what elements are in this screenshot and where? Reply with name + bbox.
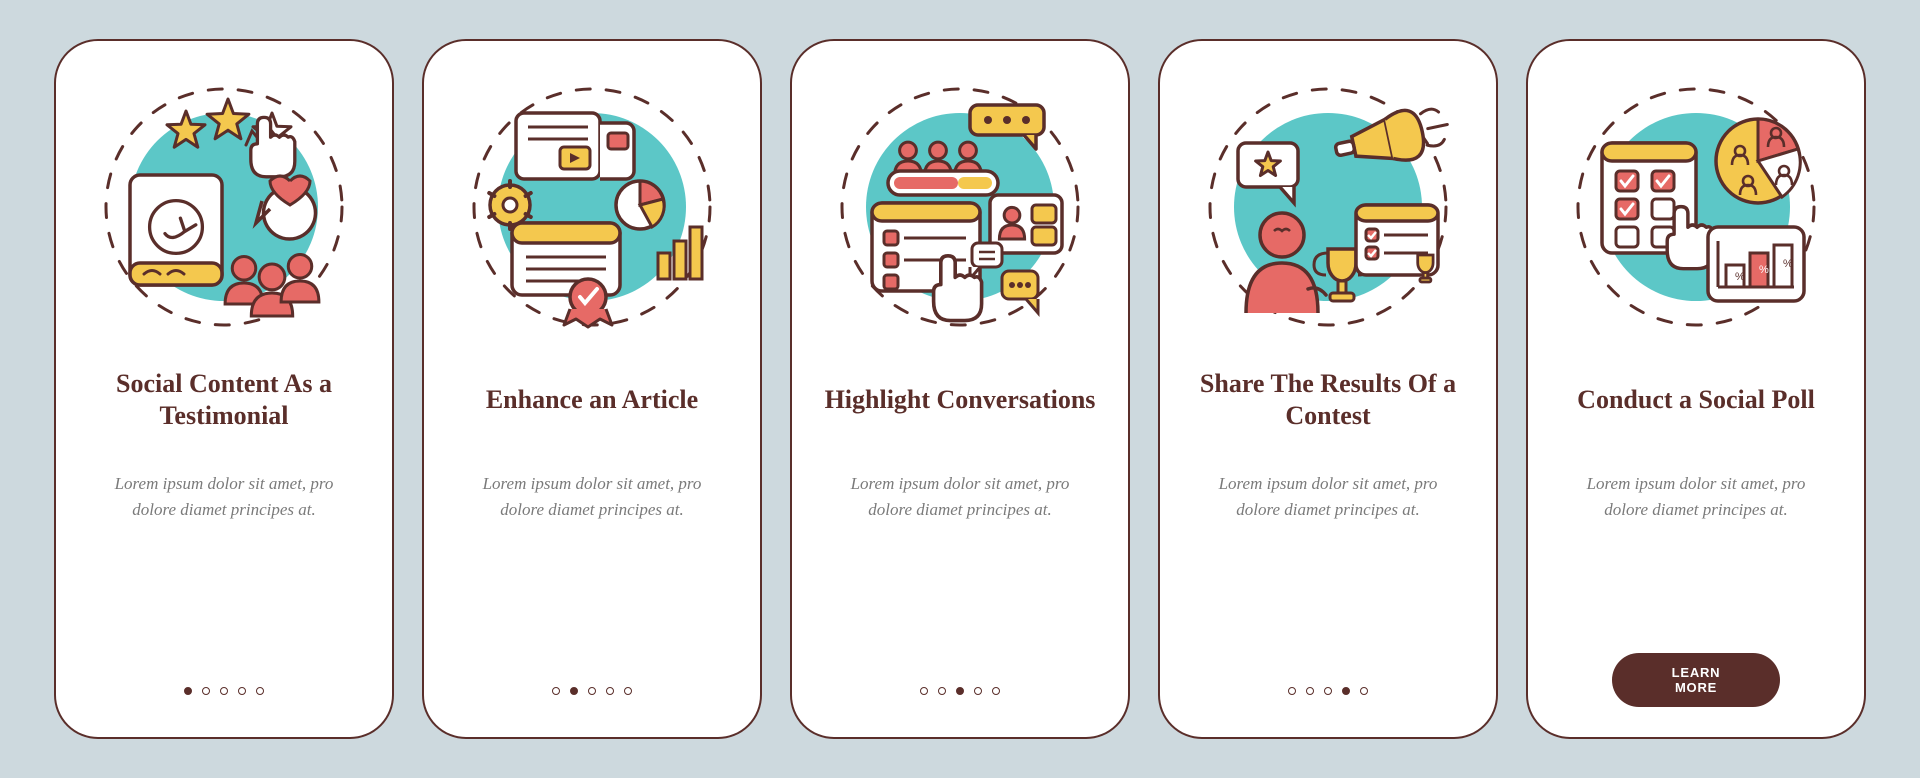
screen-body: Lorem ipsum dolor sit amet, pro dolore d… xyxy=(840,471,1080,524)
testimonial-illustration xyxy=(94,77,354,337)
conversations-illustration xyxy=(830,77,1090,337)
page-dot[interactable] xyxy=(938,687,946,695)
page-dot[interactable] xyxy=(202,687,210,695)
onboarding-screen-highlight-conversations: Highlight Conversations Lorem ipsum dolor… xyxy=(790,39,1130,739)
page-dot-active[interactable] xyxy=(1342,687,1350,695)
screen-body: Lorem ipsum dolor sit amet, pro dolore d… xyxy=(1208,471,1448,524)
onboarding-screen-testimonial: Social Content As a Testimonial Lorem ips… xyxy=(54,39,394,739)
page-dot[interactable] xyxy=(624,687,632,695)
page-dot[interactable] xyxy=(974,687,982,695)
page-indicator xyxy=(424,687,760,695)
screen-title: Share The Results Of a Contest xyxy=(1188,365,1468,435)
page-indicator xyxy=(1160,687,1496,695)
svg-text:%: % xyxy=(1759,264,1769,276)
page-dot-active[interactable] xyxy=(570,687,578,695)
page-dot[interactable] xyxy=(256,687,264,695)
screen-title: Conduct a Social Poll xyxy=(1577,365,1815,435)
screen-title: Enhance an Article xyxy=(486,365,698,435)
contest-illustration xyxy=(1198,77,1458,337)
page-dot[interactable] xyxy=(992,687,1000,695)
page-indicator xyxy=(792,687,1128,695)
article-illustration xyxy=(462,77,722,337)
page-dot[interactable] xyxy=(920,687,928,695)
screen-body: Lorem ipsum dolor sit amet, pro dolore d… xyxy=(104,471,344,524)
page-dot[interactable] xyxy=(1360,687,1368,695)
screen-title: Highlight Conversations xyxy=(825,365,1096,435)
page-indicator xyxy=(56,687,392,695)
screen-title: Social Content As a Testimonial xyxy=(84,365,364,435)
page-dot[interactable] xyxy=(1324,687,1332,695)
page-dot-active[interactable] xyxy=(956,687,964,695)
onboarding-screen-enhance-article: Enhance an Article Lorem ipsum dolor sit … xyxy=(422,39,762,739)
page-dot[interactable] xyxy=(238,687,246,695)
page-dot[interactable] xyxy=(1306,687,1314,695)
poll-illustration: % % % xyxy=(1566,77,1826,337)
page-dot[interactable] xyxy=(588,687,596,695)
page-dot-active[interactable] xyxy=(184,687,192,695)
svg-text:%: % xyxy=(1783,258,1793,270)
page-dot[interactable] xyxy=(552,687,560,695)
page-dot[interactable] xyxy=(220,687,228,695)
learn-more-button[interactable]: LEARN MORE xyxy=(1612,653,1780,707)
screen-body: Lorem ipsum dolor sit amet, pro dolore d… xyxy=(1576,471,1816,524)
page-dot[interactable] xyxy=(1288,687,1296,695)
screen-body: Lorem ipsum dolor sit amet, pro dolore d… xyxy=(472,471,712,524)
svg-text:%: % xyxy=(1735,271,1745,283)
onboarding-screen-social-poll: % % % Conduct a Social Poll Lorem ipsum d… xyxy=(1526,39,1866,739)
page-dot[interactable] xyxy=(606,687,614,695)
onboarding-screen-share-contest: Share The Results Of a Contest Lorem ipsu… xyxy=(1158,39,1498,739)
